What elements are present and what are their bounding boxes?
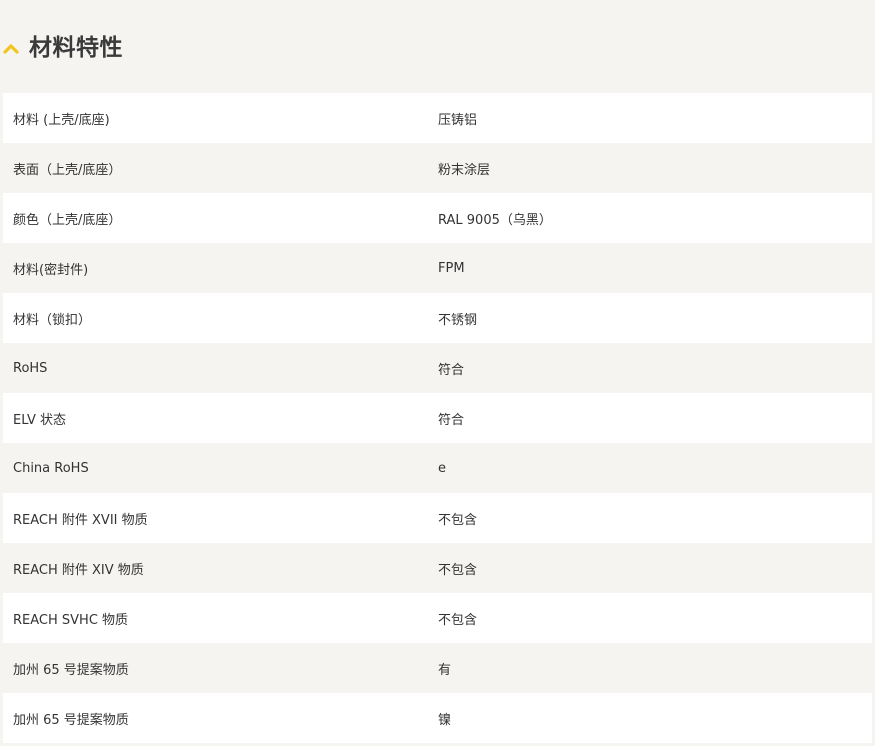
table-row: REACH 附件 XVII 物质 不包含 [3,493,872,543]
property-label: 材料(密封件) [13,262,89,278]
property-label: 颜色（上壳/底座） [13,212,122,228]
table-row: REACH SVHC 物质 不包含 [3,593,872,643]
table-row: REACH 附件 XIV 物质 不包含 [3,543,872,593]
property-value: 不包含 [438,562,478,578]
table-row: ELV 状态 符合 [3,393,872,443]
section-title: 材料特性 [29,35,123,61]
properties-table: 材料 (上壳/底座) 压铸铝 表面（上壳/底座） 粉末涂层 颜色（上壳/底座） … [3,93,872,743]
property-value: e [438,460,446,476]
property-label: China RoHS [13,460,89,476]
property-value: 符合 [438,412,465,428]
property-value: 不包含 [438,512,478,528]
property-label: 材料 (上壳/底座) [13,112,110,128]
property-label: 材料（锁扣） [13,312,92,328]
property-value: 有 [438,662,452,678]
property-label: 加州 65 号提案物质 [13,712,129,728]
material-properties-section: 材料特性 材料 (上壳/底座) 压铸铝 表面（上壳/底座） 粉末涂层 颜色（上壳… [0,0,875,746]
property-label: 表面（上壳/底座） [13,162,122,178]
property-value: 不锈钢 [438,312,478,328]
table-row: 材料(密封件) FPM [3,243,872,293]
table-row: China RoHS e [3,443,872,493]
property-value: 符合 [438,362,465,378]
table-row: 颜色（上壳/底座） RAL 9005（乌黑） [3,193,872,243]
property-value: 镍 [438,712,452,728]
property-label: RoHS [13,360,48,376]
property-label: 加州 65 号提案物质 [13,662,129,678]
table-row: 加州 65 号提案物质 镍 [3,693,872,743]
table-row: 加州 65 号提案物质 有 [3,643,872,693]
property-value: FPM [438,260,465,276]
property-value: 不包含 [438,612,478,628]
table-row: RoHS 符合 [3,343,872,393]
property-value: RAL 9005（乌黑） [438,212,552,228]
table-row: 材料（锁扣） 不锈钢 [3,293,872,343]
property-label: REACH SVHC 物质 [13,612,129,628]
property-label: ELV 状态 [13,412,67,428]
chevron-up-icon[interactable] [3,42,19,54]
property-value: 压铸铝 [438,112,478,128]
property-label: REACH 附件 XIV 物质 [13,562,144,578]
property-label: REACH 附件 XVII 物质 [13,512,148,528]
table-row: 表面（上壳/底座） 粉末涂层 [3,143,872,193]
section-header-toggle[interactable]: 材料特性 [0,0,875,93]
property-value: 粉末涂层 [438,162,491,178]
table-row: 材料 (上壳/底座) 压铸铝 [3,93,872,143]
